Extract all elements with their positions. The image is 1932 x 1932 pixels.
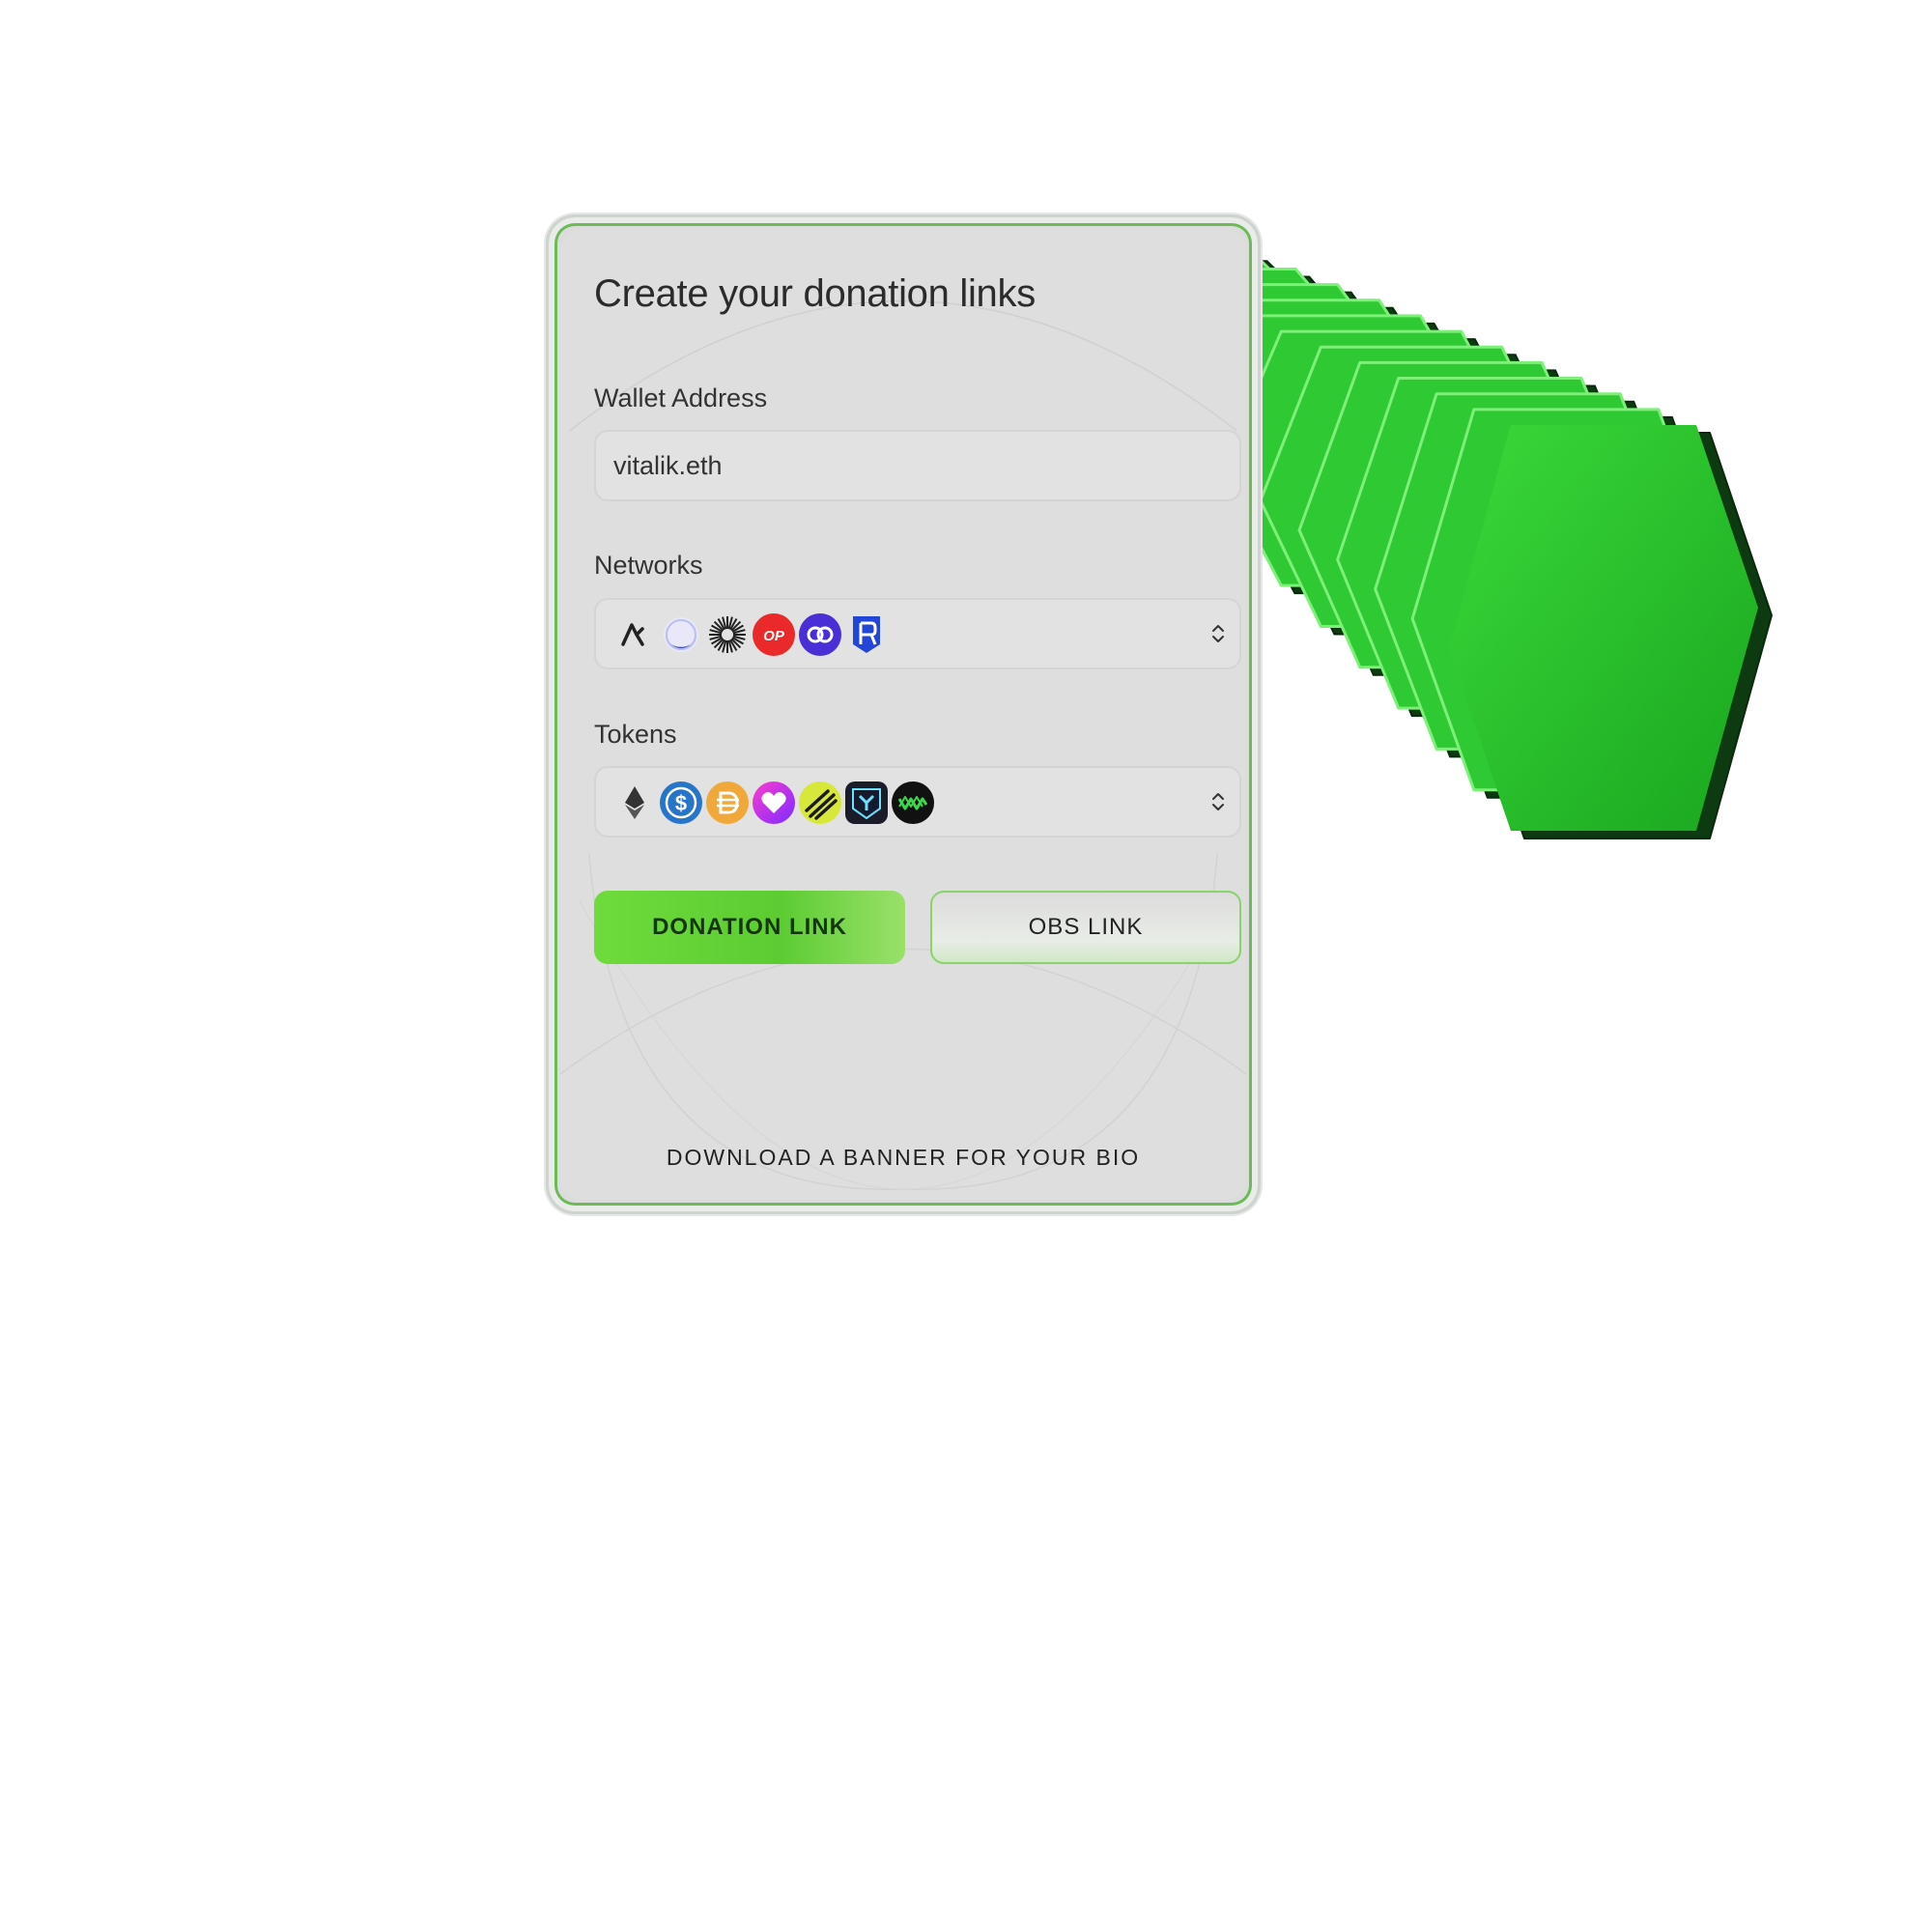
svg-text:$: $ bbox=[675, 791, 687, 815]
polygon-icon bbox=[799, 613, 841, 656]
networks-icon-row: OP bbox=[613, 613, 888, 656]
eth-icon bbox=[613, 781, 656, 824]
tokens-label: Tokens bbox=[594, 720, 677, 749]
tokens-select[interactable]: $ bbox=[594, 766, 1241, 838]
chevron-updown-icon[interactable] bbox=[1208, 621, 1228, 646]
card-body: Create your donation links Wallet Addres… bbox=[560, 229, 1246, 1200]
donation-link-button[interactable]: DONATION LINK bbox=[594, 891, 905, 964]
networks-select[interactable]: OP bbox=[594, 598, 1241, 669]
token-heart-icon bbox=[753, 781, 795, 824]
networks-label: Networks bbox=[594, 551, 703, 580]
wallet-address-input[interactable] bbox=[613, 432, 1193, 499]
usdc-icon: $ bbox=[660, 781, 702, 824]
base-icon bbox=[660, 613, 702, 656]
ronin-icon bbox=[845, 613, 888, 656]
donation-links-card: Create your donation links Wallet Addres… bbox=[546, 214, 1261, 1214]
svg-text:OP: OP bbox=[763, 628, 785, 644]
chevron-updown-icon[interactable] bbox=[1208, 789, 1228, 814]
download-banner-link[interactable]: DOWNLOAD A BANNER FOR YOUR BIO bbox=[560, 1145, 1246, 1171]
tokens-icon-row: $ bbox=[613, 781, 934, 824]
token-stripes-icon bbox=[799, 781, 841, 824]
obs-link-button[interactable]: OBS LINK bbox=[930, 891, 1241, 964]
zksync-icon bbox=[706, 613, 749, 656]
wallet-address-field[interactable] bbox=[594, 430, 1241, 501]
page-title: Create your donation links bbox=[594, 272, 1036, 315]
dai-icon bbox=[706, 781, 749, 824]
arbitrum-icon bbox=[613, 613, 656, 656]
hexagon-slab bbox=[1448, 425, 1758, 831]
optimism-icon: OP bbox=[753, 613, 795, 656]
token-shield-icon bbox=[845, 781, 888, 824]
wallet-address-label: Wallet Address bbox=[594, 384, 768, 412]
background-arcs bbox=[560, 299, 1246, 1191]
token-m-icon bbox=[892, 781, 934, 824]
